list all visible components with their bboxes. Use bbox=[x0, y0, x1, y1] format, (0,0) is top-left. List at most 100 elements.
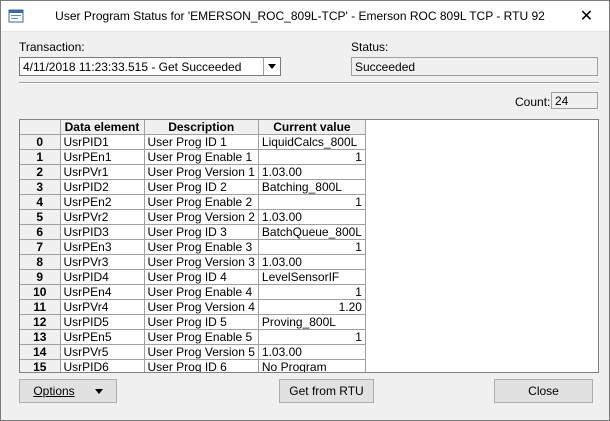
data-element-cell: UsrPVr3 bbox=[60, 254, 145, 270]
row-index: 0 bbox=[20, 134, 61, 150]
row-index: 3 bbox=[20, 179, 61, 195]
data-element-cell: UsrPID5 bbox=[60, 314, 145, 330]
current-value-cell: 1 bbox=[258, 239, 366, 255]
current-value-cell: 1.03.00 bbox=[258, 164, 366, 180]
dialog-window: User Program Status for 'EMERSON_ROC_809… bbox=[0, 0, 610, 421]
description-cell: User Prog ID 3 bbox=[144, 224, 259, 240]
table-row[interactable]: 14 UsrPVr5 User Prog Version 5 1.03.00 bbox=[20, 344, 366, 360]
transaction-value: 4/11/2018 11:23:33.515 - Get Succeeded bbox=[23, 60, 242, 74]
data-element-cell: UsrPID3 bbox=[60, 224, 145, 240]
row-index: 4 bbox=[20, 194, 61, 210]
description-cell: User Prog Enable 1 bbox=[144, 149, 259, 165]
count-label: Count: bbox=[515, 95, 551, 109]
current-value-cell: LiquidCalcs_800L bbox=[258, 134, 366, 150]
data-element-cell: UsrPEn2 bbox=[60, 194, 145, 210]
current-value-cell: Batching_800L bbox=[258, 179, 366, 195]
current-value-cell: 1 bbox=[258, 284, 366, 300]
row-index: 12 bbox=[20, 314, 61, 330]
row-index: 11 bbox=[20, 299, 61, 315]
data-element-cell: UsrPVr5 bbox=[60, 344, 145, 360]
status-value: Succeeded bbox=[355, 60, 416, 74]
data-element-cell: UsrPVr2 bbox=[60, 209, 145, 225]
description-cell: User Prog ID 5 bbox=[144, 314, 259, 330]
current-value-cell: BatchQueue_800L bbox=[258, 224, 366, 240]
description-cell: User Prog Version 3 bbox=[144, 254, 259, 270]
table-row[interactable]: 1 UsrPEn1 User Prog Enable 11 bbox=[20, 149, 366, 165]
current-value-cell: Proving_800L bbox=[258, 314, 366, 330]
data-element-cell: UsrPVr4 bbox=[60, 299, 145, 315]
data-grid[interactable]: Data element Description Current value 0… bbox=[19, 119, 599, 373]
table-header-row: Data element Description Current value bbox=[20, 120, 366, 135]
app-icon bbox=[8, 9, 24, 23]
current-value-cell: 1 bbox=[258, 149, 366, 165]
row-index: 14 bbox=[20, 344, 61, 360]
options-button[interactable]: Options bbox=[19, 379, 117, 403]
table-row[interactable]: 9 UsrPID4 User Prog ID 4 LevelSensorIF bbox=[20, 269, 366, 285]
status-table: Data element Description Current value 0… bbox=[20, 120, 366, 372]
current-value-cell: 1.03.00 bbox=[258, 344, 366, 360]
row-index: 9 bbox=[20, 269, 61, 285]
data-element-cell: UsrPID1 bbox=[60, 134, 145, 150]
row-index: 13 bbox=[20, 329, 61, 345]
row-index: 8 bbox=[20, 254, 61, 270]
row-index: 5 bbox=[20, 209, 61, 225]
status-field: Succeeded bbox=[351, 57, 598, 76]
data-element-cell: UsrPID2 bbox=[60, 179, 145, 195]
table-row[interactable]: 5 UsrPVr2 User Prog Version 2 1.03.00 bbox=[20, 209, 366, 225]
data-element-cell: UsrPID6 bbox=[60, 359, 145, 372]
table-row[interactable]: 2 UsrPVr1 User Prog Version 1 1.03.00 bbox=[20, 164, 366, 180]
description-cell: User Prog Enable 5 bbox=[144, 329, 259, 345]
row-index: 15 bbox=[20, 359, 61, 372]
chevron-down-icon bbox=[268, 64, 276, 69]
description-cell: User Prog Version 5 bbox=[144, 344, 259, 360]
table-row[interactable]: 8 UsrPVr3 User Prog Version 3 1.03.00 bbox=[20, 254, 366, 270]
data-element-cell: UsrPVr1 bbox=[60, 164, 145, 180]
close-button[interactable]: Close bbox=[494, 379, 593, 403]
current-value-cell: LevelSensorIF bbox=[258, 269, 366, 285]
data-element-cell: UsrPEn1 bbox=[60, 149, 145, 165]
table-row[interactable]: 7 UsrPEn3 User Prog Enable 31 bbox=[20, 239, 366, 255]
get-from-rtu-button[interactable]: Get from RTU bbox=[279, 379, 374, 403]
status-label: Status: bbox=[351, 40, 389, 54]
table-row[interactable]: 15 UsrPID6 User Prog ID 6 No Program bbox=[20, 359, 366, 372]
table-row[interactable]: 11 UsrPVr4 User Prog Version 4 1.20 bbox=[20, 299, 366, 315]
dropdown-arrow-button[interactable] bbox=[263, 58, 280, 75]
data-element-cell: UsrPEn4 bbox=[60, 284, 145, 300]
description-cell: User Prog Enable 2 bbox=[144, 194, 259, 210]
row-index: 7 bbox=[20, 239, 61, 255]
column-header-index[interactable] bbox=[20, 120, 61, 135]
column-header-current-value[interactable]: Current value bbox=[258, 120, 366, 135]
data-element-cell: UsrPID4 bbox=[60, 269, 145, 285]
close-label: Close bbox=[528, 384, 559, 398]
table-row[interactable]: 6 UsrPID3 User Prog ID 3 BatchQueue_800L bbox=[20, 224, 366, 240]
table-row[interactable]: 4 UsrPEn2 User Prog Enable 21 bbox=[20, 194, 366, 210]
description-cell: User Prog Enable 4 bbox=[144, 284, 259, 300]
table-row[interactable]: 12 UsrPID5 User Prog ID 5 Proving_800L bbox=[20, 314, 366, 330]
data-element-cell: UsrPEn5 bbox=[60, 329, 145, 345]
table-body: 0 UsrPID1 User Prog ID 1 LiquidCalcs_800L 1 U… bbox=[20, 134, 366, 372]
description-cell: User Prog Version 1 bbox=[144, 164, 259, 180]
table-row[interactable]: 0 UsrPID1 User Prog ID 1 LiquidCalcs_800L bbox=[20, 134, 366, 150]
table-row[interactable]: 10 UsrPEn4 User Prog Enable 41 bbox=[20, 284, 366, 300]
transaction-dropdown[interactable]: 4/11/2018 11:23:33.515 - Get Succeeded bbox=[19, 57, 281, 76]
window-title: User Program Status for 'EMERSON_ROC_809… bbox=[55, 9, 545, 23]
column-header-data-element[interactable]: Data element bbox=[60, 120, 145, 135]
table-row[interactable]: 3 UsrPID2 User Prog ID 2 Batching_800L bbox=[20, 179, 366, 195]
current-value-cell: 1.03.00 bbox=[258, 209, 366, 225]
column-header-description[interactable]: Description bbox=[144, 120, 259, 135]
data-element-cell: UsrPEn3 bbox=[60, 239, 145, 255]
close-window-button[interactable]: ✕ bbox=[564, 1, 609, 30]
current-value-cell: 1 bbox=[258, 194, 366, 210]
row-index: 10 bbox=[20, 284, 61, 300]
description-cell: User Prog Enable 3 bbox=[144, 239, 259, 255]
row-index: 6 bbox=[20, 224, 61, 240]
title-bar[interactable]: User Program Status for 'EMERSON_ROC_809… bbox=[1, 1, 609, 32]
description-cell: User Prog ID 4 bbox=[144, 269, 259, 285]
current-value-cell: 1.03.00 bbox=[258, 254, 366, 270]
close-icon: ✕ bbox=[579, 7, 594, 25]
description-cell: User Prog ID 6 bbox=[144, 359, 259, 372]
count-value: 24 bbox=[555, 94, 569, 108]
table-row[interactable]: 13 UsrPEn5 User Prog Enable 51 bbox=[20, 329, 366, 345]
transaction-label: Transaction: bbox=[19, 40, 85, 54]
description-cell: User Prog Version 4 bbox=[144, 299, 259, 315]
